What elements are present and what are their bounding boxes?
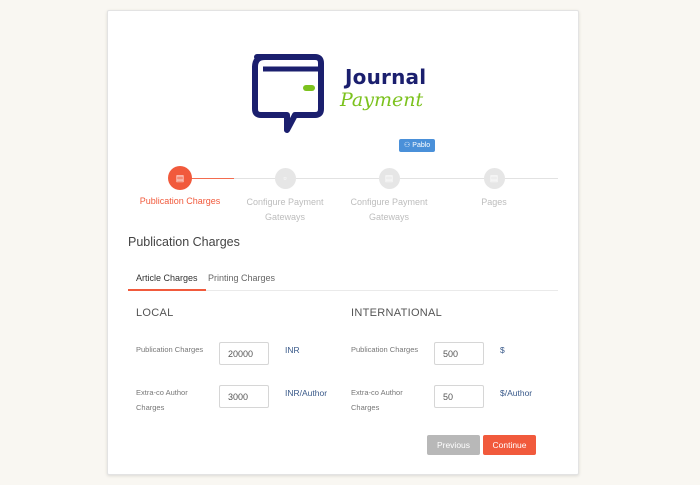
step-label: Pages: [481, 197, 507, 207]
charges-tabs: Article Charges Printing Charges: [128, 271, 558, 291]
intl-publication-unit: $: [500, 345, 505, 355]
intl-extra-author-unit: $/Author: [500, 388, 533, 398]
step-label: Publication Charges: [139, 196, 221, 206]
international-title: INTERNATIONAL: [351, 307, 443, 319]
local-title: LOCAL: [136, 307, 174, 319]
user-icon: ⚇: [404, 142, 411, 149]
setup-card: Journal Payment ⚇ Pablo ▤ Publication Cha…: [107, 10, 579, 475]
doc-icon: ▤: [483, 168, 505, 189]
card-icon: ▤: [168, 166, 192, 190]
step-pages[interactable]: ▤ Pages: [444, 168, 544, 210]
step-configure-gateways-2[interactable]: ▤ Configure Payment Gateways: [339, 168, 439, 225]
section-title: Publication Charges: [128, 235, 240, 249]
local-extra-author-unit: INR/Author: [285, 388, 328, 398]
step-configure-gateways-1[interactable]: ▫ Configure Payment Gateways: [235, 168, 335, 225]
user-badge[interactable]: ⚇ Pablo: [399, 139, 436, 152]
continue-button[interactable]: Continue: [483, 435, 536, 455]
local-extra-author-label: Extra-co Author Charges: [136, 388, 188, 412]
doc-icon: ▫: [274, 168, 296, 189]
wallet-chat-icon: [252, 54, 324, 133]
logo-text-payment: Payment: [340, 89, 424, 111]
local-extra-author-input[interactable]: [219, 385, 269, 408]
local-publication-label: Publication Charges: [136, 345, 204, 354]
intl-publication-input[interactable]: [434, 342, 484, 365]
logo-text-journal: Journal: [345, 65, 427, 89]
tab-printing-charges[interactable]: Printing Charges: [200, 271, 283, 291]
intl-publication-label: Publication Charges: [351, 345, 419, 354]
intl-extra-author-input[interactable]: [434, 385, 484, 408]
intl-extra-author-label: Extra-co Author Charges: [351, 388, 403, 412]
step-label: Configure Payment Gateways: [350, 197, 428, 222]
step-publication-charges[interactable]: ▤ Publication Charges: [130, 166, 230, 209]
local-publication-input[interactable]: [219, 342, 269, 365]
user-name: Pablo: [412, 142, 431, 149]
local-publication-unit: INR: [285, 345, 300, 355]
progress-stepper: ▤ Publication Charges ▫ Configure Paymen…: [128, 166, 558, 228]
tab-article-charges[interactable]: Article Charges: [128, 271, 206, 291]
doc-icon: ▤: [378, 168, 400, 189]
step-label: Configure Payment Gateways: [246, 197, 324, 222]
previous-button[interactable]: Previous: [427, 435, 480, 455]
journal-payment-logo: Journal Payment: [243, 45, 453, 135]
